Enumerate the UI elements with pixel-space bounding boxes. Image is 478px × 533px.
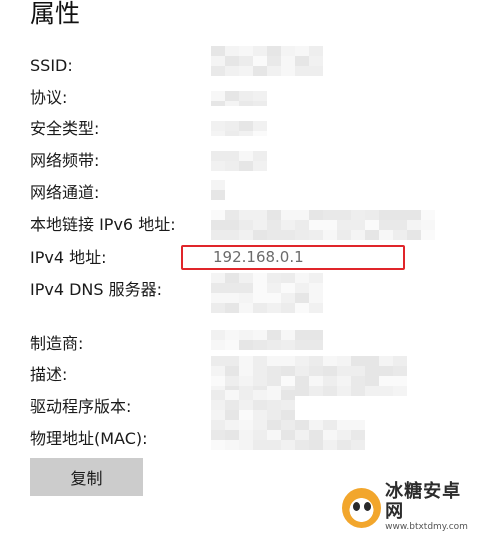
value-ipv4-dns-redacted: [211, 273, 323, 313]
label-manufacturer: 制造商:: [30, 334, 84, 353]
value-protocol-redacted: [211, 91, 271, 106]
value-driver-version-redacted: [211, 390, 301, 420]
value-ssid-redacted: [211, 46, 329, 76]
label-network-channel: 网络通道:: [30, 183, 100, 202]
label-security-type: 安全类型:: [30, 119, 100, 138]
value-network-band-redacted: [211, 151, 271, 171]
watermark-name: 冰糖安卓网: [385, 481, 462, 522]
label-description: 描述:: [30, 365, 68, 384]
copy-button[interactable]: 复制: [30, 458, 143, 496]
label-protocol: 协议:: [30, 88, 68, 107]
ipv4-highlight-box: [181, 245, 405, 270]
label-mac-address: 物理地址(MAC):: [30, 429, 148, 448]
value-link-local-ipv6-redacted: [211, 210, 436, 240]
value-mac-address-redacted: [211, 420, 376, 450]
label-ipv4-address: IPv4 地址:: [30, 248, 107, 267]
page-title: 属性: [30, 0, 81, 28]
mascot-logo-icon: [342, 487, 382, 528]
value-security-type-redacted: [211, 121, 271, 136]
watermark: 冰糖安卓网 www.btxtdmy.com: [342, 482, 478, 533]
value-network-channel-redacted: [211, 180, 225, 200]
watermark-url: www.btxtdmy.com: [385, 522, 468, 532]
label-link-local-ipv6: 本地链接 IPv6 地址:: [30, 215, 176, 234]
value-manufacturer-redacted: [211, 330, 323, 350]
label-ipv4-dns-servers: IPv4 DNS 服务器:: [30, 280, 163, 299]
label-driver-version: 驱动程序版本:: [30, 397, 132, 416]
label-network-band: 网络频带:: [30, 151, 100, 170]
label-ssid: SSID:: [30, 56, 73, 75]
